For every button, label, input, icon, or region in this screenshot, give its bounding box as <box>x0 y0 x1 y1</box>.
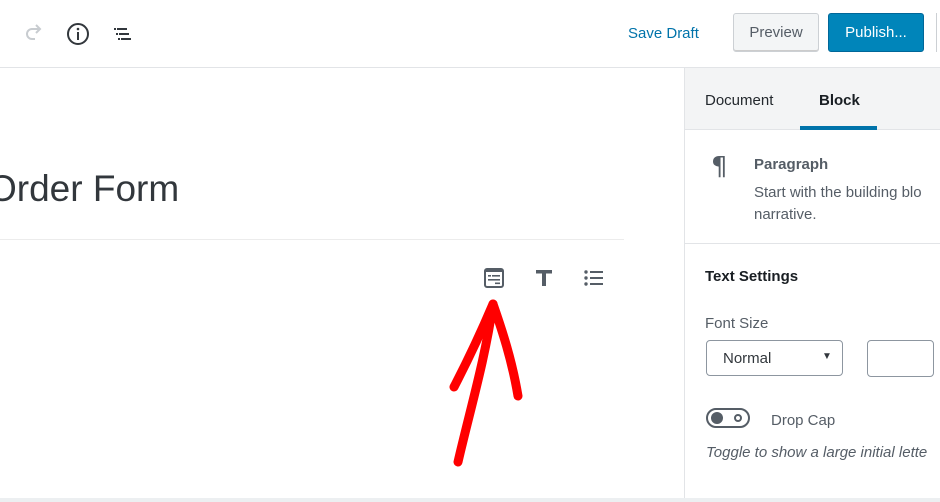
font-size-select-value: Normal <box>723 350 772 367</box>
text-settings-panel-title[interactable]: Text Settings <box>705 268 798 285</box>
post-title[interactable]: Order Form <box>0 168 179 210</box>
title-divider <box>0 239 624 240</box>
chevron-down-icon: ▼ <box>822 351 832 362</box>
toggle-knob <box>711 412 723 424</box>
more-menu-edge[interactable] <box>936 13 940 52</box>
drop-cap-help-text: Toggle to show a large initial lette <box>706 444 928 461</box>
heading-icon[interactable] <box>530 264 558 292</box>
tab-document[interactable]: Document <box>705 92 773 109</box>
drop-cap-label: Drop Cap <box>771 412 836 429</box>
editor-header: Save Draft Preview Publish... <box>0 0 940 68</box>
bottom-edge <box>0 498 940 502</box>
outline-icon[interactable] <box>108 20 136 48</box>
drop-cap-toggle[interactable] <box>706 408 750 428</box>
block-description: Start with the building blo narrative. <box>754 182 940 226</box>
info-icon[interactable] <box>64 20 92 48</box>
block-description-line-1: Start with the building blo <box>754 184 922 201</box>
save-draft-button[interactable]: Save Draft <box>628 25 699 42</box>
block-description-line-2: narrative. <box>754 206 817 223</box>
font-size-label: Font Size <box>705 315 769 332</box>
redo-icon[interactable] <box>20 20 48 48</box>
list-icon[interactable] <box>580 264 608 292</box>
publish-button[interactable]: Publish... <box>828 13 924 52</box>
editor-canvas: Order Form <box>0 68 684 498</box>
toggle-off-indicator <box>734 414 742 422</box>
form-block-icon[interactable] <box>480 264 508 292</box>
custom-font-size-input[interactable] <box>867 340 934 377</box>
red-arrow-annotation <box>449 299 523 467</box>
sidebar-tabs: Document Block <box>685 68 940 130</box>
font-size-select[interactable]: Normal ▼ <box>706 340 843 376</box>
block-info-card: ¶ Paragraph Start with the building blo … <box>685 130 940 244</box>
settings-sidebar: Document Block ¶ Paragraph Start with th… <box>684 68 940 498</box>
tab-block[interactable]: Block <box>819 92 860 109</box>
paragraph-icon: ¶ <box>711 152 728 182</box>
preview-button[interactable]: Preview <box>733 13 819 52</box>
block-name: Paragraph <box>754 156 829 173</box>
